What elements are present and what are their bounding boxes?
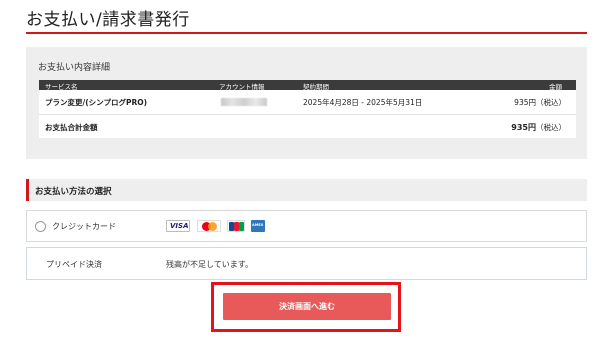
total-amount: 935円 bbox=[511, 123, 536, 132]
amex-icon: AMEX bbox=[251, 220, 265, 232]
proceed-to-payment-button[interactable]: 決済画面へ進む bbox=[223, 293, 391, 320]
table-row: プラン変更/(シンプログPRO) 2025年4月28日 - 2025年5月31日… bbox=[39, 90, 576, 115]
total-row: お支払合計金額 935円（税込） bbox=[39, 115, 576, 138]
mastercard-icon bbox=[197, 220, 221, 232]
detail-table: サービス名 アカウント情報 契約期間 金額 プラン変更/(シンプログPRO) 2… bbox=[39, 80, 576, 138]
credit-card-label: クレジットカード bbox=[52, 222, 116, 231]
row-amount: 935円 bbox=[514, 98, 536, 107]
panel-heading: お支払い内容詳細 bbox=[38, 63, 111, 73]
row-tax: （税込） bbox=[536, 98, 566, 107]
payment-method-heading: お支払い方法の選択 bbox=[35, 187, 112, 197]
total-tax: （税込） bbox=[536, 123, 566, 132]
table-header: サービス名 アカウント情報 契約期間 金額 bbox=[39, 80, 576, 91]
page-title: お支払い/請求書発行 bbox=[26, 10, 190, 30]
prepaid-label: プリペイド決済 bbox=[46, 260, 102, 269]
title-divider bbox=[26, 32, 587, 34]
prepaid-option[interactable]: プリペイド決済 残高が不足しています。 bbox=[26, 247, 587, 280]
credit-card-radio[interactable] bbox=[35, 221, 46, 232]
account-info-redacted bbox=[221, 98, 267, 106]
prepaid-status: 残高が不足しています。 bbox=[166, 260, 253, 269]
payment-detail-panel: お支払い内容詳細 サービス名 アカウント情報 契約期間 金額 プラン変更/(シン… bbox=[26, 47, 587, 159]
jcb-icon bbox=[227, 220, 245, 232]
payment-method-header: お支払い方法の選択 bbox=[26, 179, 587, 201]
service-name: プラン変更/(シンプログPRO) bbox=[45, 98, 148, 107]
total-label: お支払合計金額 bbox=[45, 123, 98, 132]
credit-card-option[interactable]: クレジットカード VISA AMEX bbox=[26, 210, 587, 242]
visa-icon: VISA bbox=[166, 220, 190, 232]
contract-period: 2025年4月28日 - 2025年5月31日 bbox=[303, 98, 423, 107]
accent-bar bbox=[26, 179, 29, 201]
